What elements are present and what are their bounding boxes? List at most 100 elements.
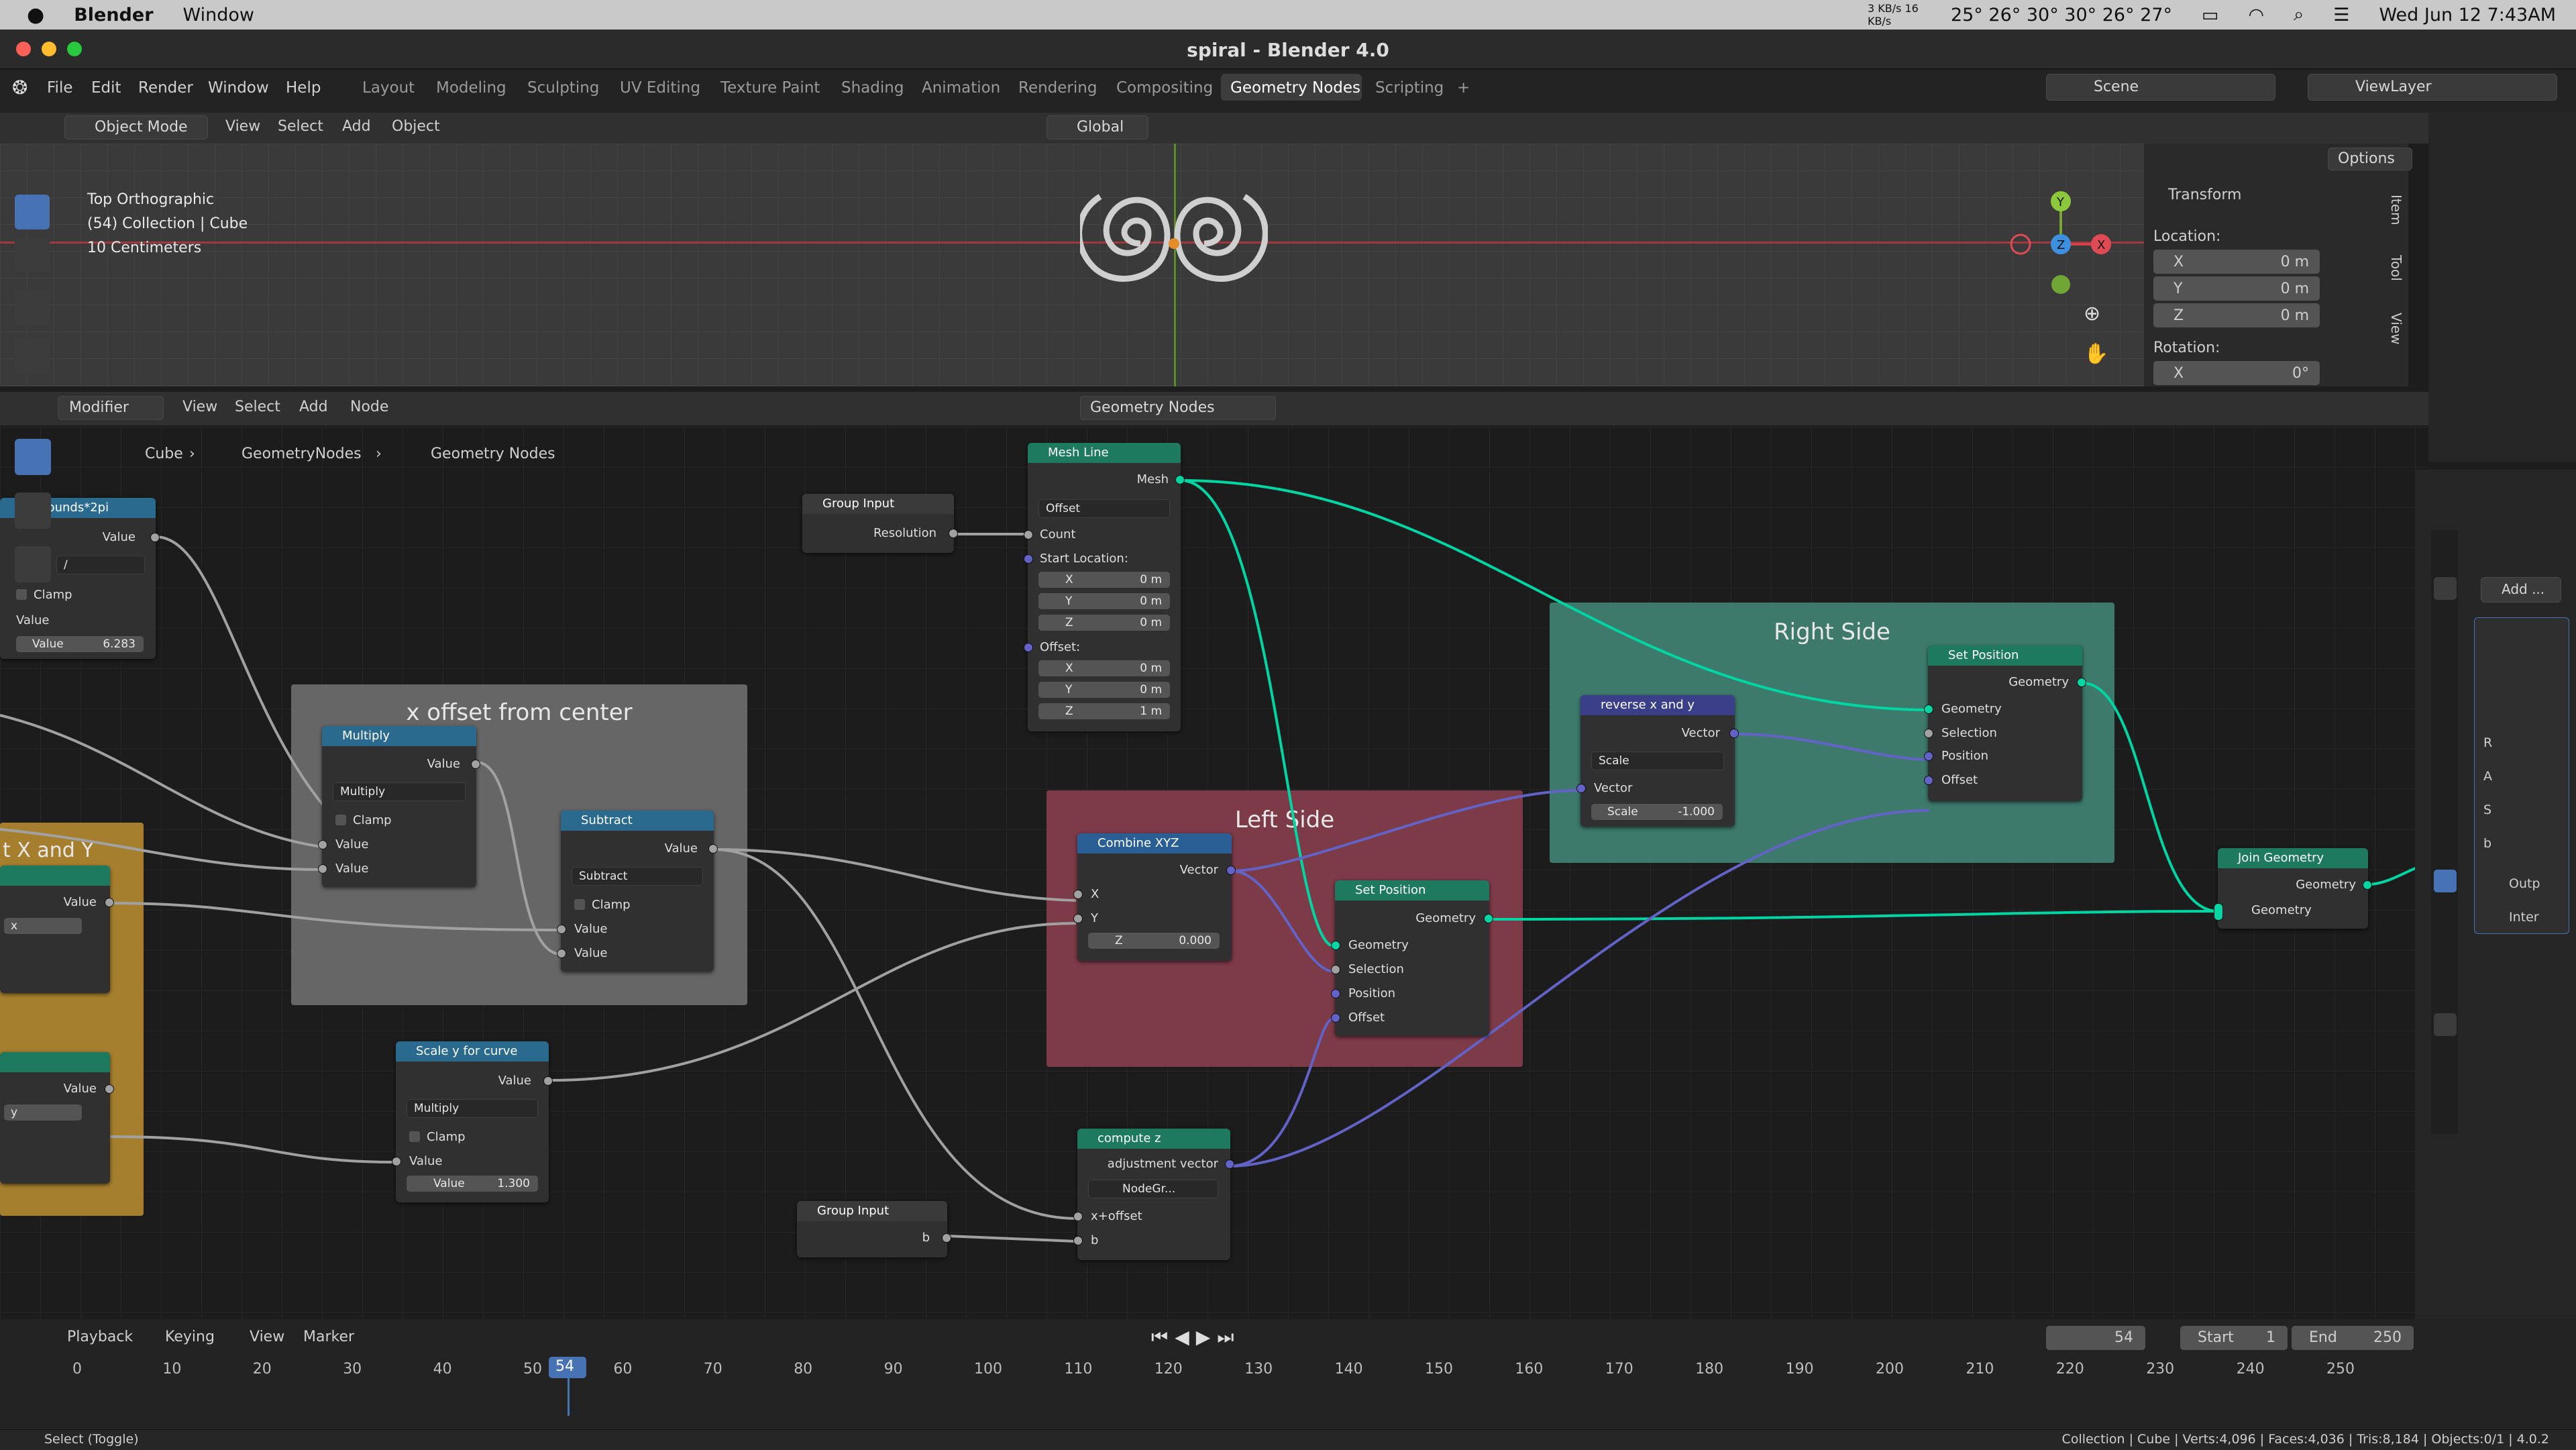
clamp-checkbox[interactable] xyxy=(16,589,27,600)
rotation-x-field[interactable]: X 0° xyxy=(2153,361,2320,385)
node-group-selector[interactable]: NodeGr... xyxy=(1088,1180,1218,1198)
select-tool-icon[interactable] xyxy=(15,195,50,229)
node-menu-node[interactable]: Node xyxy=(350,399,388,415)
location-z-field[interactable]: Z 0 m xyxy=(2153,303,2320,327)
menu-file[interactable]: File xyxy=(47,79,73,97)
outliner[interactable] xyxy=(2428,113,2576,462)
playback-controls[interactable]: ⏮◀▶⏭ xyxy=(1151,1326,1240,1349)
node-y-partial[interactable]: Value y xyxy=(0,1052,114,1184)
socket[interactable] xyxy=(1024,554,1033,564)
tab-uv-editing[interactable]: UV Editing xyxy=(620,79,700,97)
node-menu-add[interactable]: Add xyxy=(299,399,328,415)
menu-edit[interactable]: Edit xyxy=(91,79,121,97)
menu-help[interactable]: Help xyxy=(286,79,321,97)
options-dropdown[interactable]: Options xyxy=(2328,148,2412,170)
node-scale-y-for-curve[interactable]: Scale y for curve Value Multiply Clamp V… xyxy=(392,1041,553,1202)
scale-y-value-field[interactable]: Value 1.300 xyxy=(407,1176,538,1192)
tab-layout[interactable]: Layout xyxy=(362,79,415,97)
socket[interactable] xyxy=(1924,776,1933,785)
node-math-rounds-value-field[interactable]: Value 6.283 xyxy=(16,636,144,652)
tab-compositing[interactable]: Compositing xyxy=(1116,79,1213,97)
zoom-icon[interactable]: ⊕ xyxy=(2084,302,2100,325)
node-x-partial[interactable]: Value x xyxy=(0,866,114,993)
socket[interactable] xyxy=(1073,890,1083,899)
offset-y-field[interactable]: Y 0 m xyxy=(1038,682,1170,698)
socket[interactable] xyxy=(1924,705,1933,714)
socket[interactable] xyxy=(1073,914,1083,923)
socket[interactable] xyxy=(318,864,327,874)
tab-scripting[interactable]: Scripting xyxy=(1375,79,1444,97)
tab-shading[interactable]: Shading xyxy=(841,79,904,97)
viewport-menu-view[interactable]: View xyxy=(225,118,260,135)
pan-hand-icon[interactable]: ✋ xyxy=(2084,342,2108,366)
viewlayer-selector[interactable]: ViewLayer xyxy=(2308,74,2557,101)
sidebar-tab-tool[interactable]: Tool xyxy=(2388,255,2404,281)
internal-subpanel[interactable]: Inter xyxy=(2509,910,2539,925)
object-mode-dropdown[interactable]: Object Mode xyxy=(64,115,208,140)
node-subtract[interactable]: Subtract Value Subtract Clamp Value Valu… xyxy=(557,811,718,972)
socket[interactable] xyxy=(1331,989,1340,998)
multiply-operation-dropdown[interactable]: Multiply xyxy=(333,782,466,801)
start-frame-field[interactable]: Start 1 xyxy=(2180,1326,2288,1350)
node-join-geometry[interactable]: Join Geometry Geometry Geometry xyxy=(2214,848,2372,929)
socket[interactable] xyxy=(557,925,566,934)
offset-x-field[interactable]: X 0 m xyxy=(1038,660,1170,676)
node-combine-xyz[interactable]: Combine XYZ Vector X Y Z 0.000 xyxy=(1073,833,1236,961)
node-compute-z[interactable]: compute z adjustment vector NodeGr... x+… xyxy=(1073,1129,1234,1260)
socket[interactable] xyxy=(392,1157,401,1166)
location-y-field[interactable]: Y 0 m xyxy=(2153,276,2320,301)
move-tool-icon[interactable] xyxy=(15,290,50,325)
sidebar-tab-item[interactable]: Item xyxy=(2388,195,2404,225)
node-multiply[interactable]: Multiply Value Multiply Clamp Value Valu… xyxy=(318,726,480,887)
timeline-menu-playback[interactable]: Playback xyxy=(67,1329,133,1345)
socket[interactable] xyxy=(1576,784,1586,793)
start-z-field[interactable]: Z 0 m xyxy=(1038,615,1170,631)
node-group-input-b[interactable]: Group Input b xyxy=(797,1201,951,1257)
end-frame-field[interactable]: End 250 xyxy=(2292,1326,2414,1350)
offset-z-field[interactable]: Z 1 m xyxy=(1038,703,1170,719)
navigation-gizmo[interactable]: Y X Z xyxy=(1999,188,2113,302)
socket[interactable] xyxy=(1484,914,1493,923)
y-attribute-field[interactable]: y xyxy=(4,1104,82,1121)
viewport-menu-add[interactable]: Add xyxy=(342,118,371,135)
node-mesh-line[interactable]: Mesh Line Mesh Offset Count Start Locati… xyxy=(1024,443,1185,731)
socket[interactable] xyxy=(1331,1013,1340,1023)
window-menu[interactable]: Window xyxy=(183,5,254,25)
outputs-subpanel[interactable]: Outp xyxy=(2509,876,2540,891)
socket[interactable] xyxy=(471,760,480,769)
battery-icon[interactable]: ▭ xyxy=(2202,5,2219,25)
node-menu-select[interactable]: Select xyxy=(235,399,280,415)
tab-modeling[interactable]: Modeling xyxy=(436,79,506,97)
orientation-dropdown[interactable]: Global xyxy=(1046,115,1148,140)
z-field[interactable]: Z 0.000 xyxy=(1088,933,1220,949)
viewport-canvas[interactable] xyxy=(0,144,2147,386)
socket[interactable] xyxy=(1073,1212,1083,1221)
node-set-position-right[interactable]: Set Position Geometry Geometry Selection… xyxy=(1924,645,2086,801)
app-menu[interactable]: Blender xyxy=(74,5,153,25)
current-frame-field[interactable]: 54 xyxy=(2046,1326,2145,1350)
wifi-icon[interactable]: ◠ xyxy=(2249,5,2265,25)
add-modifier-button[interactable]: Add ... xyxy=(2481,577,2561,603)
socket[interactable] xyxy=(708,844,718,853)
socket[interactable] xyxy=(543,1076,553,1086)
transform-header[interactable]: Transform xyxy=(2168,187,2241,203)
socket[interactable] xyxy=(105,898,114,907)
mesh-line-mode-dropdown[interactable]: Offset xyxy=(1038,499,1170,518)
timeline-menu-keying[interactable]: Keying xyxy=(165,1329,215,1345)
location-x-field[interactable]: X 0 m xyxy=(2153,250,2320,274)
socket[interactable] xyxy=(1024,643,1033,652)
control-center-icon[interactable]: ☰ xyxy=(2333,5,2349,25)
rotate-tool-icon[interactable] xyxy=(15,338,50,373)
scale-y-operation-dropdown[interactable]: Multiply xyxy=(407,1099,538,1118)
add-workspace-button[interactable]: + xyxy=(1457,79,1470,97)
start-y-field[interactable]: Y 0 m xyxy=(1038,593,1170,609)
socket[interactable] xyxy=(942,1233,951,1243)
sidebar-tab-view[interactable]: View xyxy=(2388,313,2404,344)
scene-selector[interactable]: Scene xyxy=(2046,74,2275,101)
socket[interactable] xyxy=(1331,965,1340,974)
cursor-tool-icon[interactable] xyxy=(15,238,50,272)
menu-window[interactable]: Window xyxy=(208,79,269,97)
modifier-properties-icon[interactable] xyxy=(2434,870,2457,892)
socket[interactable] xyxy=(1175,475,1185,484)
tab-animation[interactable]: Animation xyxy=(922,79,1000,97)
